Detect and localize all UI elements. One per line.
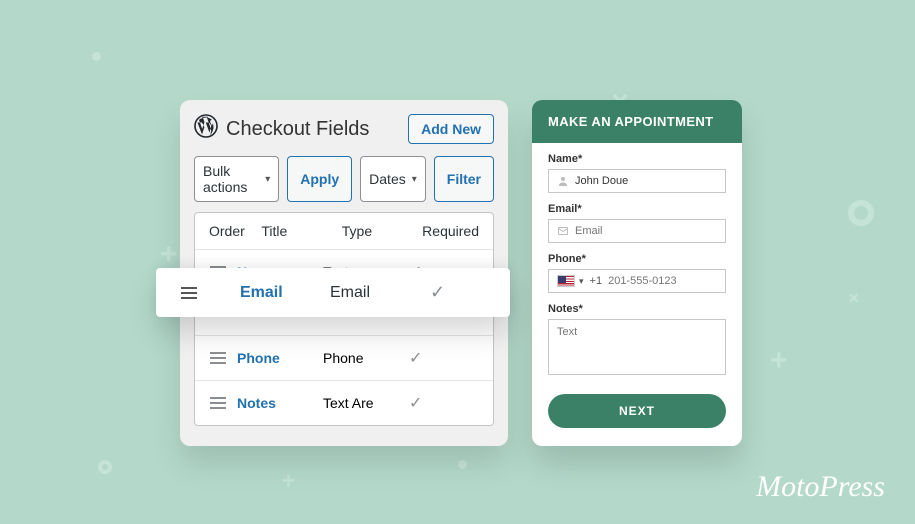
table-row: Notes Text Are ✓	[195, 380, 493, 425]
notes-textarea[interactable]	[548, 319, 726, 375]
name-field[interactable]	[548, 169, 726, 193]
row-title-link[interactable]: Notes	[237, 395, 323, 411]
table-row: Phone Phone ✓	[195, 335, 493, 380]
next-button[interactable]: NEXT	[548, 394, 726, 428]
notes-label: Notes*	[548, 303, 726, 315]
dates-select[interactable]: Dates ▾	[360, 156, 426, 202]
wordpress-logo-icon	[194, 114, 218, 144]
name-input[interactable]	[575, 175, 717, 187]
check-icon: ✓	[430, 282, 445, 303]
phone-field[interactable]: ▾ +1	[548, 269, 726, 293]
drag-handle-icon[interactable]	[209, 351, 237, 365]
col-order: Order	[209, 223, 261, 239]
row-type: Email	[330, 284, 430, 302]
email-field[interactable]	[548, 219, 726, 243]
fields-table: Order Title Type Required Name Text ✓	[194, 212, 494, 426]
filter-button[interactable]: Filter	[434, 156, 494, 202]
email-label: Email*	[548, 203, 726, 215]
mail-icon	[557, 225, 569, 237]
brand-logo: MotoPress	[756, 470, 885, 504]
user-icon	[557, 175, 569, 187]
chevron-down-icon: ▾	[412, 174, 417, 185]
row-title-link[interactable]: Phone	[237, 350, 323, 366]
appointment-form-panel: MAKE AN APPOINTMENT Name* Email* Phone*	[532, 100, 742, 446]
col-title: Title	[261, 223, 341, 239]
phone-label: Phone*	[548, 253, 726, 265]
chevron-down-icon: ▾	[265, 174, 270, 185]
country-flag-picker[interactable]: ▾	[557, 275, 584, 287]
phone-input[interactable]	[608, 275, 742, 287]
check-icon: ✓	[409, 348, 479, 368]
check-icon: ✓	[409, 393, 479, 413]
chevron-down-icon: ▾	[579, 276, 584, 287]
col-type: Type	[342, 223, 422, 239]
admin-panel: Checkout Fields Add New Bulk actions ▾ A…	[180, 100, 508, 446]
bulk-actions-label: Bulk actions	[203, 163, 259, 195]
drag-handle-icon[interactable]	[209, 396, 237, 410]
apply-button[interactable]: Apply	[287, 156, 352, 202]
row-type: Text Are	[323, 395, 409, 411]
phone-prefix: +1	[590, 275, 603, 287]
row-title-link[interactable]: Email	[240, 284, 330, 302]
form-heading: MAKE AN APPOINTMENT	[532, 100, 742, 143]
bulk-actions-select[interactable]: Bulk actions ▾	[194, 156, 279, 202]
table-row-highlighted[interactable]: Email Email ✓	[156, 268, 510, 317]
add-new-button[interactable]: Add New	[408, 114, 494, 144]
col-required: Required	[422, 223, 479, 239]
row-type: Phone	[323, 350, 409, 366]
us-flag-icon	[557, 275, 575, 287]
page-title: Checkout Fields	[226, 118, 369, 141]
email-input[interactable]	[575, 225, 717, 237]
dates-label: Dates	[369, 171, 406, 187]
drag-handle-icon[interactable]	[180, 286, 240, 300]
name-label: Name*	[548, 153, 726, 165]
